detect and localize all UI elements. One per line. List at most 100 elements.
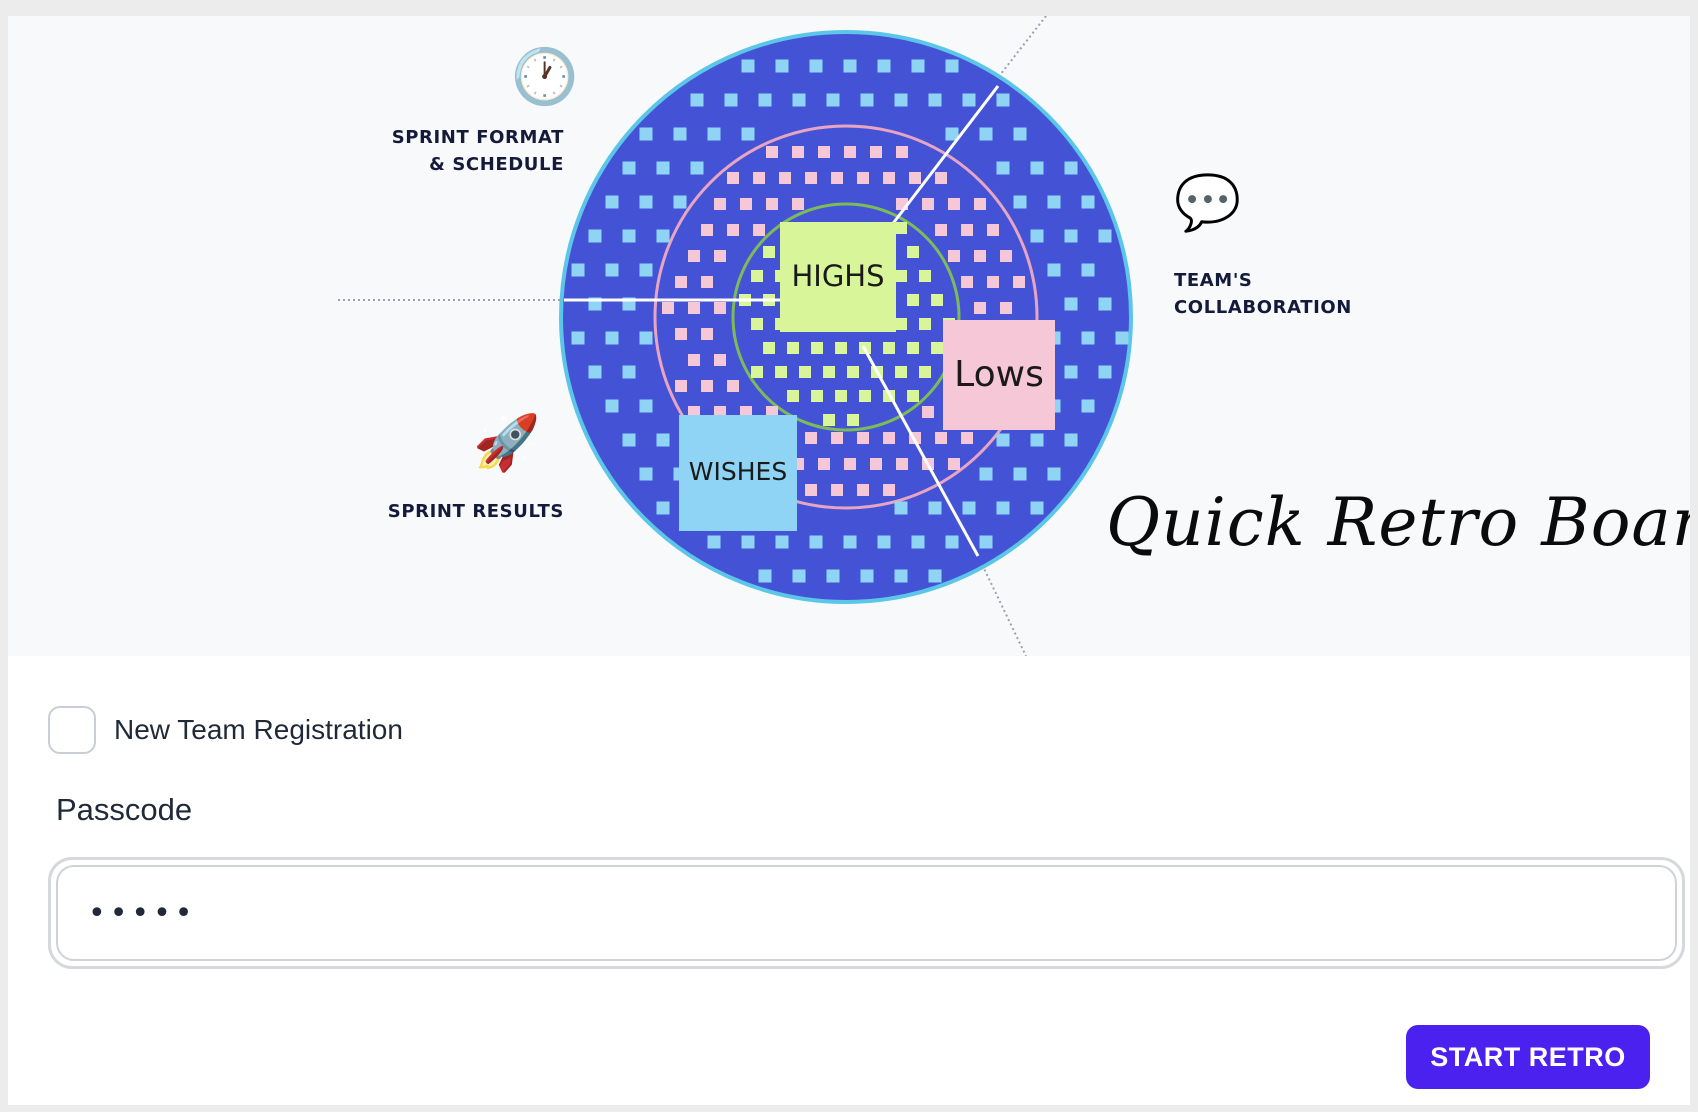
sticky-tile xyxy=(787,390,799,402)
sticky-tile xyxy=(571,331,585,345)
sticky-tile xyxy=(688,302,700,314)
sticky-tile xyxy=(701,328,713,340)
sticky-tile xyxy=(877,535,891,549)
sticky-tile xyxy=(826,569,840,583)
sticky-tile xyxy=(894,569,908,583)
sticky-tile xyxy=(775,366,787,378)
sticky-tile xyxy=(857,432,869,444)
sticky-tile xyxy=(870,146,882,158)
sticky-tile xyxy=(835,390,847,402)
sticky-tile xyxy=(605,263,619,277)
sticky-tile xyxy=(758,93,772,107)
sticky-tile xyxy=(847,414,859,426)
sticky-tile xyxy=(763,342,775,354)
login-form: New Team Registration Passcode START RET… xyxy=(8,656,1690,1105)
sticky-tile xyxy=(962,93,976,107)
sticky-tile xyxy=(787,342,799,354)
sticky-tile xyxy=(895,366,907,378)
sticky-tile xyxy=(996,433,1010,447)
wishes-sticky-note: WISHES xyxy=(679,415,797,531)
sticky-tile xyxy=(1064,365,1078,379)
sticky-tile xyxy=(961,276,973,288)
sticky-tile xyxy=(753,172,765,184)
sticky-tile xyxy=(707,127,721,141)
sticky-tile xyxy=(907,294,919,306)
sticky-tile xyxy=(662,302,674,314)
sticky-tile xyxy=(605,331,619,345)
sticky-tile xyxy=(945,535,959,549)
lows-sticky-note: Lows xyxy=(943,320,1055,430)
clock-icon: 🕐 xyxy=(511,47,579,107)
sticky-tile xyxy=(870,458,882,470)
highs-sticky-note: HIGHS xyxy=(780,222,896,332)
sticky-tile xyxy=(690,93,704,107)
sticky-tile xyxy=(811,342,823,354)
highs-label: HIGHS xyxy=(791,259,884,293)
sticky-tile xyxy=(675,380,687,392)
sticky-tile xyxy=(751,366,763,378)
sticky-tile xyxy=(1000,250,1012,262)
sticky-tile xyxy=(860,93,874,107)
sticky-tile xyxy=(962,501,976,515)
sticky-tile xyxy=(826,93,840,107)
sticky-tile xyxy=(979,535,993,549)
sticky-tile xyxy=(911,59,925,73)
collab-line2: COLLABORATION xyxy=(1174,297,1352,318)
sticky-tile xyxy=(919,270,931,282)
sticky-tile xyxy=(740,198,752,210)
sticky-tile xyxy=(844,458,856,470)
sticky-tile xyxy=(714,198,726,210)
sticky-tile xyxy=(809,59,823,73)
sticky-tile xyxy=(622,229,636,243)
sticky-tile xyxy=(727,380,739,392)
sticky-tile xyxy=(741,59,755,73)
sticky-tile xyxy=(922,406,934,418)
sticky-tile xyxy=(974,302,986,314)
lows-label: Lows xyxy=(954,354,1044,395)
sticky-tile xyxy=(792,146,804,158)
sprint-format-label: SPRINT FORMAT & SCHEDULE xyxy=(368,124,564,178)
sticky-tile xyxy=(928,569,942,583)
sticky-tile xyxy=(588,229,602,243)
new-team-registration-row[interactable]: New Team Registration xyxy=(48,705,403,755)
sticky-tile xyxy=(741,127,755,141)
sticky-tile xyxy=(714,354,726,366)
sticky-tile xyxy=(979,127,993,141)
retro-login-card: HIGHS Lows WISHES 🕐 SPRINT FORMAT & SCHE… xyxy=(8,16,1690,1105)
sticky-tile xyxy=(758,569,772,583)
retro-board-banner: HIGHS Lows WISHES 🕐 SPRINT FORMAT & SCHE… xyxy=(8,16,1690,656)
sticky-tile xyxy=(907,342,919,354)
sticky-tile xyxy=(961,432,973,444)
rocket-icon: 🚀 xyxy=(473,413,541,473)
sticky-tile xyxy=(1013,127,1027,141)
sticky-tile xyxy=(1030,161,1044,175)
passcode-input[interactable] xyxy=(56,865,1677,961)
sticky-tile xyxy=(1013,467,1027,481)
sticky-tile xyxy=(948,198,960,210)
sticky-tile xyxy=(911,535,925,549)
sticky-tile xyxy=(948,458,960,470)
sticky-tile xyxy=(766,198,778,210)
sticky-tile xyxy=(883,484,895,496)
sticky-tile xyxy=(673,127,687,141)
sticky-tile xyxy=(907,390,919,402)
sticky-tile xyxy=(639,127,653,141)
sticky-tile xyxy=(605,195,619,209)
new-team-checkbox[interactable] xyxy=(48,706,96,754)
sticky-tile xyxy=(1081,195,1095,209)
sticky-tile xyxy=(673,195,687,209)
sticky-tile xyxy=(895,318,907,330)
sticky-tile xyxy=(639,263,653,277)
sticky-tile xyxy=(805,432,817,444)
sticky-tile xyxy=(805,172,817,184)
sticky-tile xyxy=(928,501,942,515)
sticky-tile xyxy=(1081,399,1095,413)
start-retro-button[interactable]: START RETRO xyxy=(1406,1025,1650,1089)
sticky-tile xyxy=(860,569,874,583)
sticky-tile xyxy=(724,93,738,107)
sticky-tile xyxy=(1000,302,1012,314)
sticky-tile xyxy=(741,535,755,549)
sticky-tile xyxy=(1098,297,1112,311)
sticky-tile xyxy=(622,365,636,379)
sticky-tile xyxy=(811,390,823,402)
